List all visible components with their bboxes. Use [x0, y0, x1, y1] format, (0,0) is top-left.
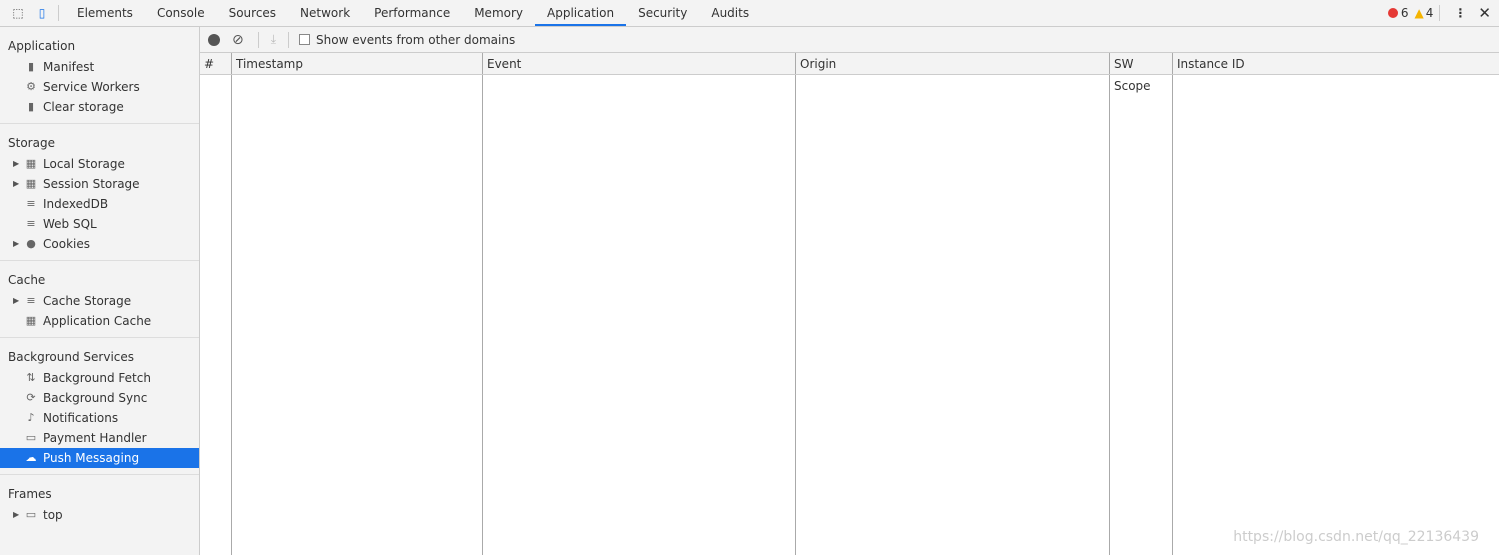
- file-icon: ▮: [27, 60, 35, 73]
- sidebar-item-label: Push Messaging: [43, 451, 140, 465]
- sidebar-item-label: Cache Storage: [43, 294, 132, 308]
- error-count[interactable]: 6: [1401, 6, 1409, 20]
- sidebar-item-label: Session Storage: [43, 177, 140, 191]
- arrows-icon: ⇅: [26, 371, 36, 384]
- column-header-instance-id[interactable]: Instance ID: [1173, 53, 1499, 74]
- sidebar-item-cache-storage[interactable]: ▶ ≡ Cache Storage: [0, 291, 199, 311]
- sidebar-item-label: Local Storage: [43, 157, 125, 171]
- sidebar-item-label: top: [43, 508, 63, 522]
- sidebar-item-application-cache[interactable]: ▦ Application Cache: [0, 311, 199, 331]
- section-title: Background Services: [8, 350, 135, 364]
- divider: [1439, 5, 1441, 21]
- expand-arrow-icon[interactable]: ▶: [13, 234, 19, 254]
- sidebar-item-clear-storage[interactable]: ▮ Clear storage: [0, 97, 199, 117]
- tab-performance[interactable]: Performance: [362, 0, 462, 26]
- gear-icon: ⚙: [26, 80, 36, 93]
- sidebar-item-session-storage[interactable]: ▶ ▦ Session Storage: [0, 174, 199, 194]
- watermark: https://blog.csdn.net/qq_22136439: [1233, 529, 1479, 545]
- sync-icon: ⟳: [26, 391, 36, 404]
- grid-icon: ▦: [25, 177, 37, 190]
- clear-button[interactable]: ⊘: [232, 32, 244, 48]
- sidebar-item-web-sql[interactable]: ≡ Web SQL: [0, 214, 199, 234]
- expand-arrow-icon[interactable]: ▶: [13, 505, 19, 525]
- sidebar-item-label: Background Fetch: [43, 371, 151, 385]
- column-header-timestamp[interactable]: Timestamp: [232, 53, 483, 74]
- tab-console[interactable]: Console: [145, 0, 217, 26]
- show-other-domains-checkbox[interactable]: [299, 34, 311, 45]
- sidebar: Application ▮ Manifest ⚙ Service Workers ▮ Cle…: [0, 27, 200, 555]
- sidebar-item-background-sync[interactable]: ⟳ Background Sync: [0, 388, 199, 408]
- events-table-body: [200, 75, 1499, 555]
- tab-audits[interactable]: Audits: [699, 0, 761, 26]
- tab-application[interactable]: Application: [535, 0, 627, 26]
- grid-icon: ▦: [25, 314, 37, 327]
- column-header-sw-scope[interactable]: SW Scope: [1110, 53, 1173, 93]
- close-icon[interactable]: ✕: [1478, 4, 1491, 22]
- card-icon: ▭: [25, 431, 37, 444]
- section-title: Application: [8, 39, 76, 53]
- section-title: Cache: [8, 273, 46, 287]
- record-button[interactable]: [208, 33, 220, 46]
- cookie-icon: ●: [26, 237, 36, 250]
- error-icon[interactable]: [1387, 8, 1398, 18]
- inspect-element-icon[interactable]: ⬚: [8, 6, 28, 20]
- sidebar-item-indexeddb[interactable]: ≡ IndexedDB: [0, 194, 199, 214]
- sidebar-item-manifest[interactable]: ▮ Manifest: [0, 57, 199, 77]
- trash-icon: ▮: [27, 100, 35, 113]
- divider: [58, 5, 59, 21]
- tab-sources[interactable]: Sources: [217, 0, 288, 26]
- sidebar-item-notifications[interactable]: ♪ Notifications: [0, 408, 199, 428]
- device-toolbar-icon[interactable]: ▯: [32, 6, 52, 20]
- warning-icon[interactable]: ▲: [1415, 6, 1424, 20]
- sidebar-item-label: Manifest: [43, 60, 95, 74]
- sidebar-item-label: Clear storage: [43, 100, 124, 114]
- column-header-origin[interactable]: Origin: [796, 53, 1110, 74]
- bell-icon: ♪: [27, 411, 35, 424]
- divider: [257, 31, 259, 48]
- sidebar-item-payment-handler[interactable]: ▭ Payment Handler: [0, 428, 199, 448]
- sidebar-item-label: Background Sync: [43, 391, 148, 405]
- tab-security[interactable]: Security: [626, 0, 699, 26]
- divider: [288, 31, 290, 48]
- expand-arrow-icon[interactable]: ▶: [13, 154, 19, 174]
- column-header-event[interactable]: Event: [483, 53, 796, 74]
- cloud-icon: ☁: [25, 451, 37, 464]
- sidebar-item-top[interactable]: ▶ ▭ top: [0, 505, 199, 525]
- grid-icon: ▦: [25, 157, 37, 170]
- database-icon: ≡: [26, 217, 36, 230]
- tab-memory[interactable]: Memory: [462, 0, 535, 26]
- section-title: Storage: [8, 136, 55, 150]
- sidebar-item-local-storage[interactable]: ▶ ▦ Local Storage: [0, 154, 199, 174]
- table-header: # Timestamp Event Origin SW Scope Instan…: [200, 53, 1499, 93]
- sidebar-item-push-messaging[interactable]: ☁ Push Messaging: [0, 448, 199, 468]
- sidebar-item-label: Service Workers: [43, 80, 140, 94]
- sidebar-item-background-fetch[interactable]: ⇅ Background Fetch: [0, 368, 199, 388]
- database-icon: ≡: [26, 197, 36, 210]
- expand-arrow-icon[interactable]: ▶: [13, 174, 19, 194]
- sidebar-item-service-workers[interactable]: ⚙ Service Workers: [0, 77, 199, 97]
- sidebar-item-label: Web SQL: [43, 217, 97, 231]
- column-header-index[interactable]: #: [200, 53, 232, 74]
- devtools-tabbar: ⬚ ▯ Elements Console Sources Network Perform…: [0, 0, 1499, 27]
- sidebar-item-label: IndexedDB: [43, 197, 109, 211]
- frame-icon: ▭: [25, 508, 37, 521]
- expand-arrow-icon[interactable]: ▶: [13, 291, 19, 311]
- sidebar-item-label: Application Cache: [43, 314, 152, 328]
- sidebar-item-label: Payment Handler: [43, 431, 147, 445]
- tab-network[interactable]: Network: [288, 0, 362, 26]
- save-events-button[interactable]: ⤓: [271, 32, 276, 47]
- sidebar-item-cookies[interactable]: ▶ ● Cookies: [0, 234, 199, 254]
- sidebar-item-label: Notifications: [43, 411, 119, 425]
- database-icon: ≡: [26, 294, 36, 307]
- section-title: Frames: [8, 487, 52, 501]
- push-messaging-panel: ⊘ ⤓ Show events from other domains # Tim…: [200, 27, 1499, 555]
- more-options-icon[interactable]: ⋮: [1454, 6, 1466, 20]
- tab-elements[interactable]: Elements: [65, 0, 145, 26]
- show-other-domains-label: Show events from other domains: [316, 32, 516, 47]
- warning-count[interactable]: 4: [1426, 6, 1434, 20]
- toolbar: ⊘ ⤓ Show events from other domains: [200, 27, 1499, 53]
- sidebar-item-label: Cookies: [43, 237, 90, 251]
